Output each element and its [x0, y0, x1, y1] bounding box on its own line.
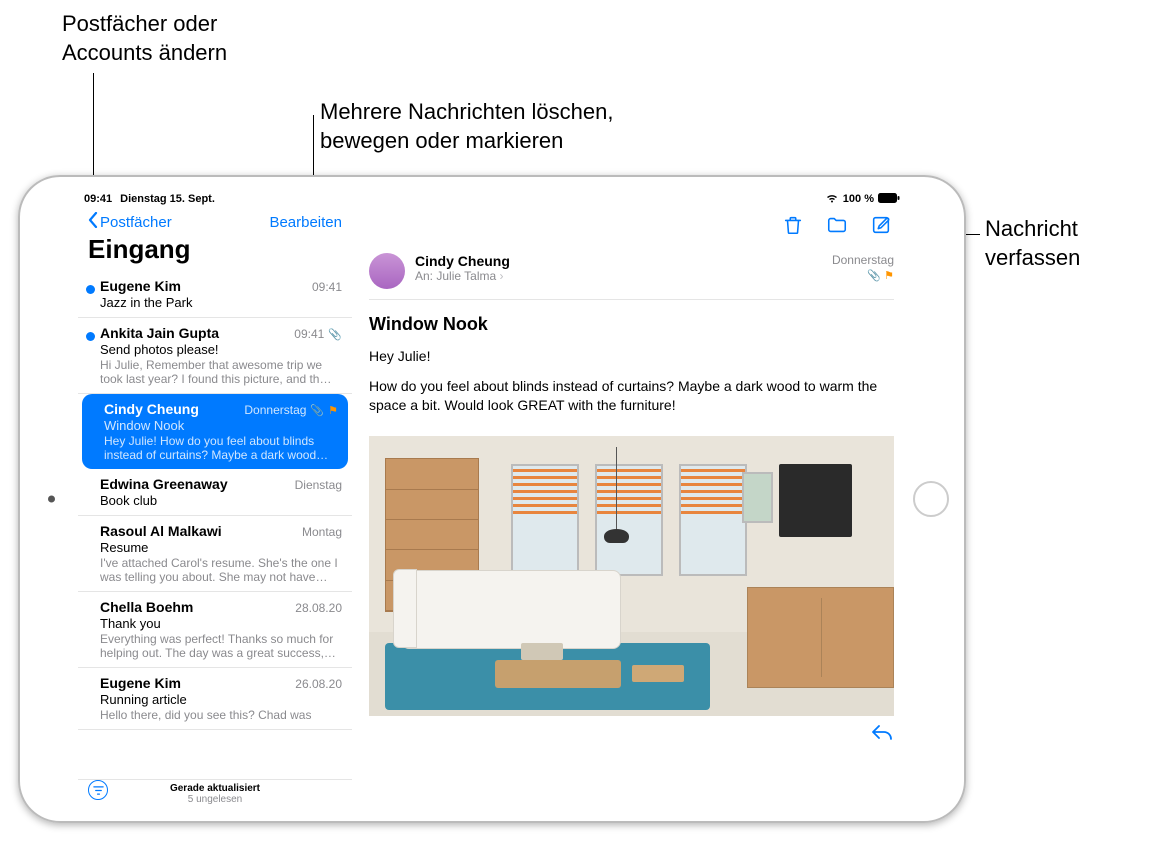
message-preview: I've attached Carol's resume. She's the … — [100, 556, 342, 584]
message-sender: Ankita Jain Gupta — [100, 325, 219, 341]
mailboxes-back-button[interactable]: Postfächer — [88, 212, 172, 232]
message-item[interactable]: Chella Boehm 28.08.20 Thank youEverything… — [78, 592, 352, 668]
mail-to-label: An: — [415, 269, 433, 283]
mail-to-name: Julie Talma — [436, 269, 496, 283]
mail-from[interactable]: Cindy Cheung — [415, 253, 822, 269]
mail-header: Cindy Cheung An: Julie Talma › Donnersta… — [369, 247, 894, 300]
callout-mailboxes: Postfächer oder Accounts ändern — [62, 10, 227, 67]
message-time: 09:41 📎 — [294, 327, 342, 341]
message-preview: Hey Julie! How do you feel about blinds … — [104, 434, 338, 462]
message-time: Montag — [302, 525, 342, 539]
ipad-device-frame: 09:41 Dienstag 15. Sept. 100 % — [18, 175, 966, 823]
reply-button[interactable] — [870, 722, 894, 748]
message-item[interactable]: Eugene Kim 09:41 Jazz in the Park — [78, 271, 352, 318]
footer-unread: 5 ungelesen — [88, 794, 342, 805]
unread-dot — [86, 285, 95, 294]
message-preview: Hello there, did you see this? Chad was — [100, 708, 342, 722]
message-time: 09:41 — [312, 280, 342, 294]
chevron-left-icon — [88, 212, 98, 232]
status-bar: 09:41 Dienstag 15. Sept. 100 % — [78, 190, 906, 208]
screen: 09:41 Dienstag 15. Sept. 100 % — [78, 190, 906, 808]
message-item[interactable]: Eugene Kim 26.08.20 Running articleHello … — [78, 668, 352, 730]
message-item[interactable]: Cindy CheungDonnerstag 📎⚑Window NookHey … — [82, 394, 348, 469]
attachment-icon: 📎 — [328, 328, 342, 341]
message-subject: Book club — [100, 493, 342, 508]
attachment-icon: 📎 — [310, 404, 324, 417]
message-subject: Resume — [100, 540, 342, 555]
message-subject: Window Nook — [104, 418, 338, 433]
mail-date: Donnerstag — [832, 253, 894, 267]
battery-percent: 100 % — [843, 193, 874, 205]
mail-body: Hey Julie! How do you feel about blinds … — [369, 347, 894, 426]
edit-button[interactable]: Bearbeiten — [269, 214, 342, 231]
flag-icon: ⚑ — [884, 270, 894, 282]
message-time: Donnerstag 📎⚑ — [244, 403, 338, 417]
battery-icon — [878, 193, 900, 206]
filter-button[interactable] — [88, 780, 108, 800]
message-preview: Everything was perfect! Thanks so much f… — [100, 632, 342, 660]
message-preview: Hi Julie, Remember that awesome trip we … — [100, 358, 342, 386]
mail-content-pane: Cindy Cheung An: Julie Talma › Donnersta… — [353, 208, 906, 808]
footer-status: Gerade aktualisiert — [88, 783, 342, 794]
mail-to-row[interactable]: An: Julie Talma › — [415, 269, 822, 283]
message-list[interactable]: Eugene Kim 09:41 Jazz in the Park Ankita J… — [78, 271, 352, 779]
mail-body-text: How do you feel about blinds instead of … — [369, 377, 894, 416]
callout-edit: Mehrere Nachrichten löschen, bewegen ode… — [320, 98, 613, 155]
mail-subject: Window Nook — [369, 300, 894, 347]
message-sender: Rasoul Al Malkawi — [100, 523, 222, 539]
message-time: Dienstag — [295, 478, 342, 492]
flag-icon: ⚑ — [328, 404, 338, 417]
message-time: 28.08.20 — [295, 601, 342, 615]
mail-toolbar — [369, 212, 894, 247]
home-button[interactable] — [913, 481, 949, 517]
trash-button[interactable] — [782, 214, 804, 241]
inbox-title: Eingang — [78, 234, 352, 271]
message-subject: Send photos please! — [100, 342, 342, 357]
message-item[interactable]: Ankita Jain Gupta 09:41 📎Send photos plea… — [78, 318, 352, 394]
mail-greeting: Hey Julie! — [369, 347, 894, 367]
message-item[interactable]: Rasoul Al Malkawi Montag ResumeI've attac… — [78, 516, 352, 592]
message-sender: Edwina Greenaway — [100, 476, 228, 492]
compose-button[interactable] — [870, 214, 892, 241]
status-date: Dienstag 15. Sept. — [120, 193, 215, 205]
mailboxes-label: Postfächer — [100, 214, 172, 231]
message-sender: Cindy Cheung — [104, 401, 199, 417]
callout-compose: Nachricht verfassen — [985, 215, 1080, 272]
message-subject: Jazz in the Park — [100, 295, 342, 310]
sender-avatar[interactable] — [369, 253, 405, 289]
move-folder-button[interactable] — [826, 214, 848, 241]
attachment-icon: 📎 — [867, 270, 881, 282]
message-sender: Eugene Kim — [100, 278, 181, 294]
sidebar: Postfächer Bearbeiten Eingang Eugene Kim… — [78, 208, 353, 808]
message-subject: Running article — [100, 692, 342, 707]
wifi-icon — [825, 193, 839, 206]
camera-dot — [48, 496, 55, 503]
status-time: 09:41 — [84, 193, 112, 205]
mail-attachment-image[interactable] — [369, 436, 894, 716]
message-sender: Chella Boehm — [100, 599, 193, 615]
message-sender: Eugene Kim — [100, 675, 181, 691]
message-time: 26.08.20 — [295, 677, 342, 691]
chevron-right-icon: › — [500, 269, 504, 283]
unread-dot — [86, 332, 95, 341]
message-item[interactable]: Edwina Greenaway Dienstag Book club — [78, 469, 352, 516]
message-subject: Thank you — [100, 616, 342, 631]
